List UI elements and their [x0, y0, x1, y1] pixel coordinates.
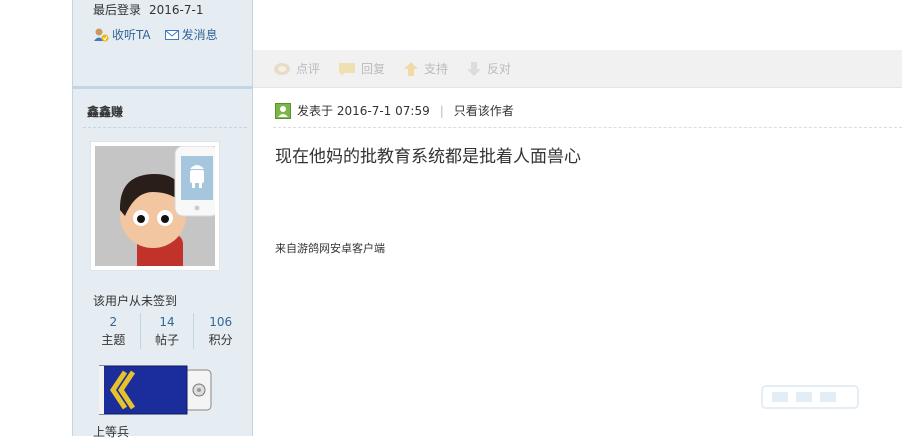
sidebar-divider — [83, 127, 247, 128]
author-username[interactable]: 鑫鑫赚 — [87, 103, 123, 120]
stat-points[interactable]: 106 积分 — [193, 313, 247, 349]
avatar[interactable] — [90, 141, 220, 271]
stat-posts[interactable]: 14 帖子 — [139, 313, 194, 349]
last-login-date: 2016-7-1 — [149, 3, 204, 17]
posted-time: 2016-7-1 07:59 — [336, 103, 430, 118]
watermark-logo — [761, 385, 859, 409]
stat-value: 14 — [159, 315, 175, 329]
post-meta-divider — [273, 127, 902, 128]
posted-prefix: 发表于 — [297, 104, 334, 118]
stat-label: 帖子 — [155, 333, 180, 347]
stat-threads[interactable]: 2 主题 — [87, 313, 140, 349]
thumb-up-icon — [404, 61, 419, 76]
avatar-image — [95, 146, 215, 266]
author-stats: 2 主题 14 帖子 106 积分 — [87, 313, 247, 349]
envelope-icon — [164, 29, 179, 40]
author-info-top: 最后登录 2016-7-1 收听TA 发消息 — [73, 0, 252, 87]
signin-status: 该用户从未签到 — [93, 294, 178, 308]
reply-icon — [339, 62, 356, 76]
stat-value: 2 — [109, 315, 118, 329]
left-gutter — [0, 0, 72, 436]
comment-icon — [274, 62, 290, 75]
follow-label: 收听TA — [112, 28, 151, 42]
thumb-down-icon — [467, 61, 482, 76]
reply-label: 回复 — [361, 62, 386, 76]
send-message-label: 发消息 — [181, 28, 218, 42]
follow-icon — [94, 28, 109, 41]
last-login: 最后登录 2016-7-1 — [93, 1, 203, 18]
post-meta: 发表于 2016-7-1 07:59 | 只看该作者 — [275, 102, 514, 119]
comment-label: 点评 — [296, 62, 321, 76]
oppose-button[interactable]: 反对 — [466, 60, 511, 77]
stat-value: 106 — [209, 315, 233, 329]
post-action-toolbar: 点评 回复 支持 反对 — [253, 50, 902, 88]
author-actions: 收听TA 发消息 — [93, 26, 218, 43]
comment-button[interactable]: 点评 — [273, 60, 320, 77]
sidebar-separator — [73, 86, 252, 89]
rank-badge — [98, 364, 215, 419]
author-sidebar: 最后登录 2016-7-1 收听TA 发消息 鑫鑫赚 该用户从未签到 2 主题 … — [72, 0, 253, 439]
cartoon-avatar-icon — [95, 146, 215, 266]
rank-epaulette-icon — [98, 365, 212, 415]
meta-divider: | — [439, 103, 444, 118]
post-content: 现在他妈的批教育系统都是批着人面兽心 — [275, 147, 581, 167]
follow-button[interactable]: 收听TA — [93, 26, 151, 43]
rank-name: 上等兵 — [93, 425, 130, 439]
post-source: 来自游鸽网安卓客户端 — [275, 242, 385, 255]
reply-button[interactable]: 回复 — [338, 60, 385, 77]
send-message-button[interactable]: 发消息 — [164, 26, 218, 43]
only-author-link[interactable]: 只看该作者 — [454, 102, 514, 119]
support-button[interactable]: 支持 — [403, 60, 448, 77]
stat-label: 积分 — [208, 333, 233, 347]
last-login-label: 最后登录 — [93, 3, 142, 17]
support-label: 支持 — [424, 62, 449, 76]
oppose-label: 反对 — [487, 62, 512, 76]
post-author-icon — [275, 102, 291, 119]
stat-label: 主题 — [101, 333, 126, 347]
